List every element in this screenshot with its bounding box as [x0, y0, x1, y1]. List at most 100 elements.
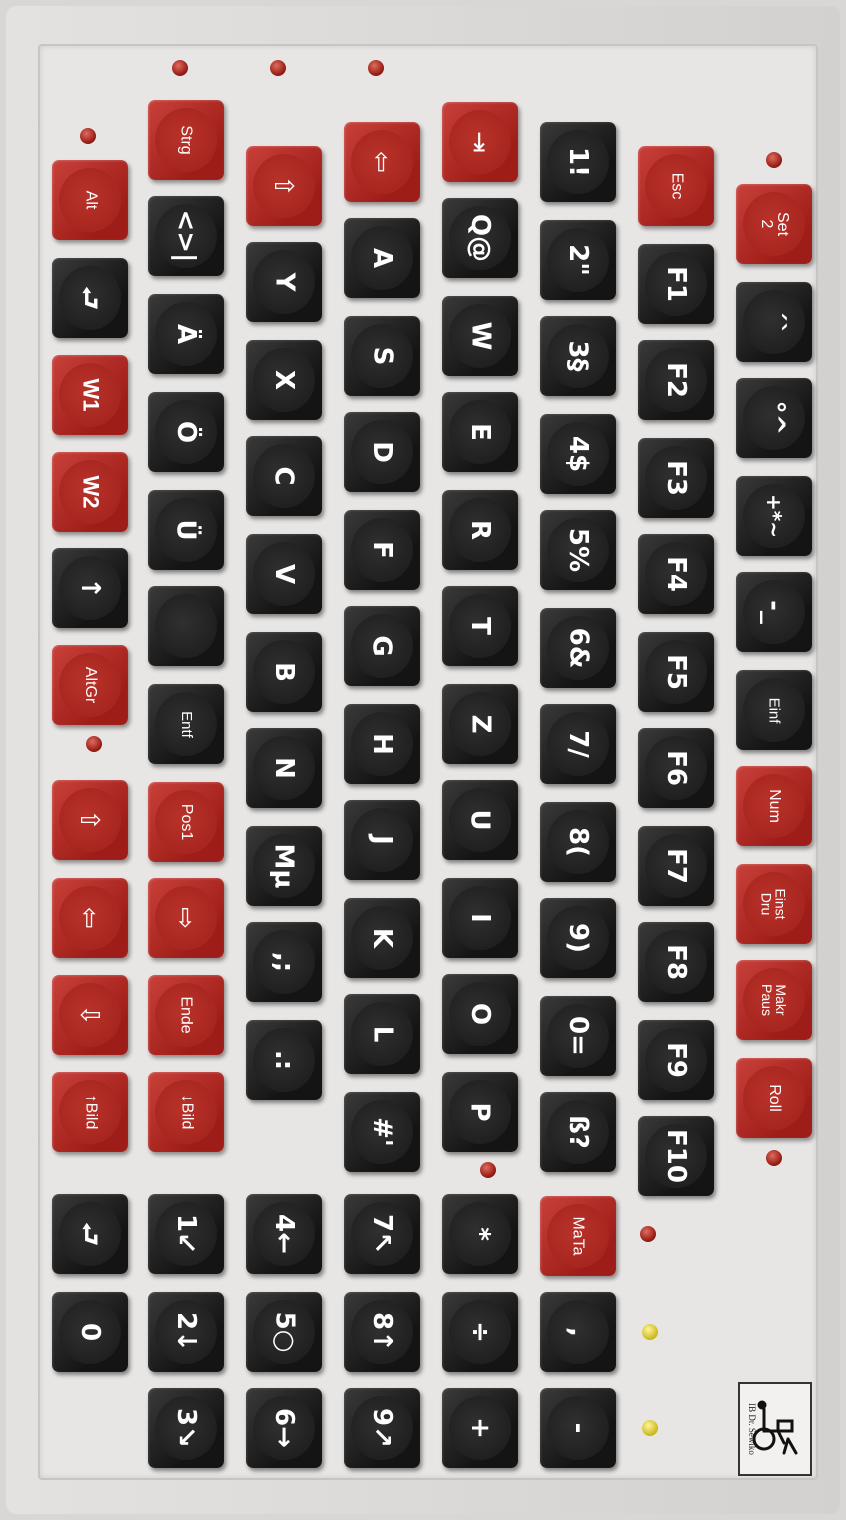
key-plus-star[interactable]: +*~ — [736, 476, 812, 556]
key-num-plus[interactable]: + — [442, 1388, 518, 1468]
key-bild-up[interactable]: ↑Bild — [52, 1072, 128, 1152]
key-d[interactable]: D — [344, 412, 420, 492]
key-z[interactable]: Z — [442, 684, 518, 764]
key-f2[interactable]: F2 — [638, 340, 714, 420]
key-ring-caret[interactable]: °^ — [736, 378, 812, 458]
key-3[interactable]: 3§ — [540, 316, 616, 396]
key-j[interactable]: J — [344, 800, 420, 880]
key-f4[interactable]: F4 — [638, 534, 714, 614]
key-period[interactable]: .: — [246, 1020, 322, 1100]
key-f1[interactable]: F1 — [638, 244, 714, 324]
key-oe[interactable]: Ö — [148, 392, 224, 472]
key-o[interactable]: O — [442, 974, 518, 1054]
key-i[interactable]: I — [442, 878, 518, 958]
key-k[interactable]: K — [344, 898, 420, 978]
key-q[interactable]: Q@ — [442, 198, 518, 278]
key-1[interactable]: 1! — [540, 122, 616, 202]
key-0[interactable]: 0= — [540, 996, 616, 1076]
key-num-multiply[interactable]: * — [442, 1194, 518, 1274]
key-num-3[interactable]: 3↘ — [148, 1388, 224, 1468]
key-f10[interactable]: F10 — [638, 1116, 714, 1196]
key-shift-left-letter[interactable]: ⇦ — [344, 122, 420, 202]
key-num-8[interactable]: 8↑ — [344, 1292, 420, 1372]
key-comma[interactable]: ,; — [246, 922, 322, 1002]
key-num-9[interactable]: 9↗ — [344, 1388, 420, 1468]
key-hash[interactable]: #' — [344, 1092, 420, 1172]
key-9[interactable]: 9) — [540, 898, 616, 978]
key-num-2[interactable]: 2↓ — [148, 1292, 224, 1372]
key-n[interactable]: N — [246, 728, 322, 808]
key-enter-num[interactable]: ⮐ — [52, 1194, 128, 1274]
key-makr-paus[interactable]: Makr Paus — [736, 960, 812, 1040]
key-pos1[interactable]: Pos1 — [148, 782, 224, 862]
key-f7[interactable]: F7 — [638, 826, 714, 906]
key-num-comma[interactable]: , — [540, 1292, 616, 1372]
key-f3[interactable]: F3 — [638, 438, 714, 518]
key-m[interactable]: Mµ — [246, 826, 322, 906]
key-v[interactable]: V — [246, 534, 322, 614]
key-tab[interactable]: ⇥ — [442, 102, 518, 182]
key-einf[interactable]: Einf — [736, 670, 812, 750]
key-g[interactable]: G — [344, 606, 420, 686]
key-entf[interactable]: Entf — [148, 684, 224, 764]
key-num-0[interactable]: 0 — [52, 1292, 128, 1372]
key-acute[interactable]: ´` — [736, 282, 812, 362]
key-shift-left[interactable]: ⇦ — [52, 878, 128, 958]
key-t[interactable]: T — [442, 586, 518, 666]
key-num-6[interactable]: 6→ — [246, 1388, 322, 1468]
key-sz[interactable]: ß? — [540, 1092, 616, 1172]
key-alt[interactable]: Alt — [52, 160, 128, 240]
key-num-minus[interactable]: - — [540, 1388, 616, 1468]
key-w2[interactable]: W2 — [52, 452, 128, 532]
key-enter-left[interactable]: ⮐ — [52, 258, 128, 338]
key-f6[interactable]: F6 — [638, 728, 714, 808]
key-strg[interactable]: Strg — [148, 100, 224, 180]
key-6[interactable]: 6& — [540, 608, 616, 688]
key-f9[interactable]: F9 — [638, 1020, 714, 1100]
key-roll[interactable]: Roll — [736, 1058, 812, 1138]
key-e[interactable]: E — [442, 392, 518, 472]
key-w1[interactable]: W1 — [52, 355, 128, 435]
key-u[interactable]: U — [442, 780, 518, 860]
key-f[interactable]: F — [344, 510, 420, 590]
key-num-divide[interactable]: ÷ — [442, 1292, 518, 1372]
key-8[interactable]: 8( — [540, 802, 616, 882]
key-num-4[interactable]: 4← — [246, 1194, 322, 1274]
key-x[interactable]: X — [246, 340, 322, 420]
key-num-5[interactable]: 5○ — [246, 1292, 322, 1372]
key-num-lock[interactable]: Num — [736, 766, 812, 846]
key-shift-up[interactable]: ⇧ — [52, 780, 128, 860]
key-l[interactable]: L — [344, 994, 420, 1074]
key-ende[interactable]: Ende — [148, 975, 224, 1055]
key-r[interactable]: R — [442, 490, 518, 570]
key-set2[interactable]: Set 2 — [736, 184, 812, 264]
key-w[interactable]: W — [442, 296, 518, 376]
key-shift-down[interactable]: ⇩ — [52, 975, 128, 1055]
key-dash[interactable]: -_ — [736, 572, 812, 652]
key-ae[interactable]: Ä — [148, 294, 224, 374]
key-esc[interactable]: Esc — [638, 146, 714, 226]
key-arrow-right[interactable]: ⇨ — [148, 878, 224, 958]
key-c[interactable]: C — [246, 436, 322, 516]
key-4[interactable]: 4$ — [540, 414, 616, 494]
key-num-7[interactable]: 7↖ — [344, 1194, 420, 1274]
key-y[interactable]: Y — [246, 242, 322, 322]
key-5[interactable]: 5% — [540, 510, 616, 590]
key-einst-dru[interactable]: Einst Dru — [736, 864, 812, 944]
key-a[interactable]: A — [344, 218, 420, 298]
key-2[interactable]: 2" — [540, 220, 616, 300]
key-num-1[interactable]: 1↙ — [148, 1194, 224, 1274]
key-f5[interactable]: F5 — [638, 632, 714, 712]
key-less-greater[interactable]: <>| — [148, 196, 224, 276]
key-arrow-up[interactable]: ↑ — [52, 548, 128, 628]
key-p[interactable]: P — [442, 1072, 518, 1152]
key-b[interactable]: B — [246, 632, 322, 712]
key-blank[interactable] — [148, 586, 224, 666]
key-mata[interactable]: MaTa — [540, 1196, 616, 1276]
key-7[interactable]: 7/ — [540, 704, 616, 784]
key-s[interactable]: S — [344, 316, 420, 396]
key-bild-down[interactable]: ↓Bild — [148, 1072, 224, 1152]
key-h[interactable]: H — [344, 704, 420, 784]
key-f8[interactable]: F8 — [638, 922, 714, 1002]
key-ue[interactable]: Ü — [148, 490, 224, 570]
